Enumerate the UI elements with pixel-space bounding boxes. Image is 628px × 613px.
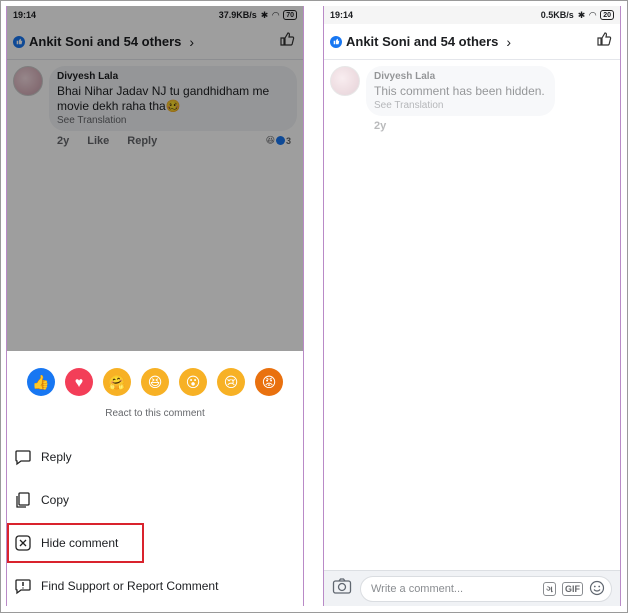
hidden-comment: Divyesh Lala This comment has been hidde…: [324, 60, 620, 116]
left-phone-screen: 19:14 37.9KB/s ✱ ◠ 70 Ankit Soni and 54 …: [6, 6, 304, 606]
copy-icon: [13, 490, 33, 510]
wifi-icon: ◠: [589, 9, 597, 20]
thumbs-up-icon[interactable]: [596, 31, 612, 52]
copy-menu-label: Copy: [41, 493, 70, 507]
wow-reaction-icon[interactable]: 😮: [179, 368, 207, 396]
react-label: React to this comment: [105, 408, 205, 419]
bluetooth-icon: ✱: [577, 9, 586, 20]
comment-composer: Write a comment... ગ GIF: [324, 570, 620, 606]
love-reaction-icon[interactable]: ♥: [65, 368, 93, 396]
report-icon: [13, 576, 33, 596]
comment-bubble[interactable]: Divyesh Lala This comment has been hidde…: [366, 66, 555, 116]
comment-input[interactable]: Write a comment... ગ GIF: [360, 575, 612, 602]
network-speed: 0.5KB/s: [540, 10, 574, 20]
angry-reaction-icon[interactable]: 😡: [255, 368, 283, 396]
transliteration-button[interactable]: ગ: [543, 581, 556, 596]
speech-bubble-icon: [13, 447, 33, 467]
reply-menu-item[interactable]: Reply: [13, 447, 72, 467]
like-badge-icon: [330, 35, 342, 48]
gif-button[interactable]: GIF: [562, 581, 583, 596]
reaction-picker: 👍 ♥ 🤗 😆 😮 😢 😡: [7, 351, 303, 396]
status-time: 19:14: [330, 10, 354, 20]
battery-icon: 20: [600, 10, 614, 20]
care-reaction-icon[interactable]: 🤗: [103, 368, 131, 396]
header-title: Ankit Soni and 54 others: [346, 34, 499, 49]
status-bar: 19:14 0.5KB/s ✱ ◠ 20: [324, 6, 620, 24]
action-sheet: 👍 ♥ 🤗 😆 😮 😢 😡 React to this comment Reply Copy…: [7, 351, 303, 606]
reply-menu-label: Reply: [41, 450, 72, 464]
like-reaction-icon[interactable]: 👍: [27, 368, 55, 396]
right-phone-screen: 19:14 0.5KB/s ✱ ◠ 20 Ankit Soni and 54 o…: [323, 6, 621, 606]
dim-overlay[interactable]: [7, 6, 303, 351]
highlight-box: [7, 523, 144, 563]
sad-reaction-icon[interactable]: 😢: [217, 368, 245, 396]
camera-icon[interactable]: [332, 577, 352, 600]
reactions-header[interactable]: Ankit Soni and 54 others ›: [324, 24, 620, 60]
comment-age: 2y: [374, 120, 387, 132]
report-menu-label: Find Support or Report Comment: [41, 579, 219, 593]
hidden-comment-text: This comment has been hidden.: [374, 84, 545, 98]
emoji-icon[interactable]: [589, 580, 605, 598]
comment-actions: 2y: [324, 116, 620, 132]
see-translation-link[interactable]: See Translation: [374, 100, 545, 111]
copy-menu-item[interactable]: Copy: [13, 490, 69, 510]
comment-input-placeholder: Write a comment...: [371, 582, 464, 595]
avatar[interactable]: [330, 66, 360, 96]
comment-author[interactable]: Divyesh Lala: [374, 71, 545, 82]
haha-reaction-icon[interactable]: 😆: [141, 368, 169, 396]
report-menu-item[interactable]: Find Support or Report Comment: [13, 576, 218, 596]
chevron-right-icon: ›: [506, 33, 512, 50]
